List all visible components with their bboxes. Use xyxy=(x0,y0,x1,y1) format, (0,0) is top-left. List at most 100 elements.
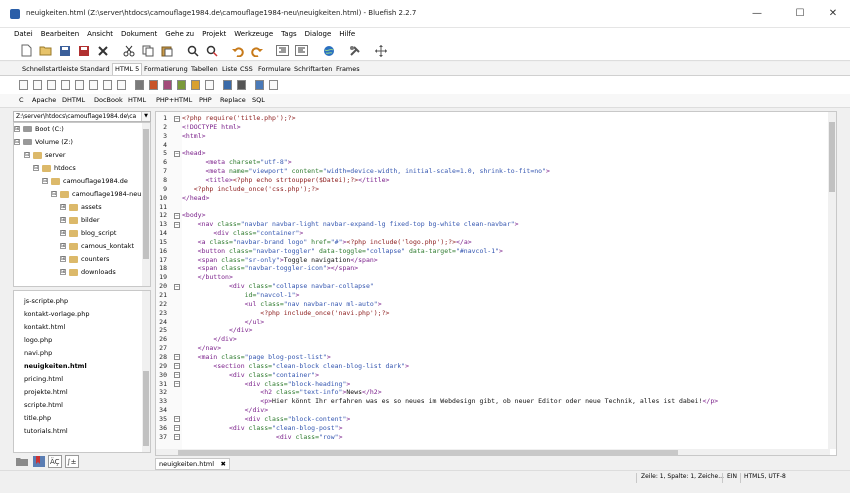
menu-item[interactable]: Tags xyxy=(277,28,301,41)
html-tag-icon[interactable] xyxy=(205,80,214,90)
fold-toggle-icon[interactable]: − xyxy=(174,212,180,219)
tree-node[interactable]: ⊟ Volume (Z:) xyxy=(14,136,73,149)
language-button[interactable]: DHTML xyxy=(62,96,85,104)
menu-item[interactable]: Hilfe xyxy=(335,28,359,41)
language-button[interactable]: PHP xyxy=(199,96,212,104)
chevron-down-icon[interactable]: ▼ xyxy=(141,112,150,121)
tree-node[interactable]: ⊞ counters xyxy=(60,253,109,266)
fold-toggle-icon[interactable]: − xyxy=(174,283,180,290)
editor-vertical-scrollbar[interactable] xyxy=(828,112,836,449)
menu-item[interactable]: Projekt xyxy=(198,28,230,41)
preferences-icon[interactable] xyxy=(347,43,362,58)
html-tag-icon[interactable] xyxy=(237,80,246,90)
tree-node[interactable]: ⊞ assets xyxy=(60,201,102,214)
tree-toggle-icon[interactable]: ⊟ xyxy=(24,152,30,158)
tree-node[interactable]: ⊞ camous_kontakt xyxy=(60,240,134,253)
html-tag-icon[interactable] xyxy=(223,80,232,90)
fold-toggle-icon[interactable]: − xyxy=(174,416,180,423)
snippets-icon[interactable]: ∫± xyxy=(65,455,79,470)
toolbar-tab[interactable]: Schriftarten xyxy=(292,64,334,74)
tree-toggle-icon[interactable]: ⊟ xyxy=(51,191,57,197)
tree-toggle-icon[interactable]: ⊟ xyxy=(33,165,39,171)
undo-icon[interactable] xyxy=(230,43,245,58)
tree-toggle-icon[interactable]: ⊞ xyxy=(60,204,66,210)
minimize-button[interactable]: — xyxy=(742,5,772,23)
tree-toggle-icon[interactable]: ⊞ xyxy=(60,243,66,249)
indent-icon[interactable] xyxy=(275,43,290,58)
fold-toggle-icon[interactable]: − xyxy=(174,150,180,157)
document-tab[interactable]: neuigkeiten.html ✖ xyxy=(155,458,230,470)
file-item[interactable]: pricing.html xyxy=(24,373,63,386)
language-button[interactable]: SQL xyxy=(252,96,265,104)
language-button[interactable]: Apache xyxy=(32,96,56,104)
fullscreen-icon[interactable] xyxy=(373,43,388,58)
close-window-button[interactable]: ✕ xyxy=(818,5,848,23)
tree-node[interactable]: ⊞ downloads xyxy=(60,266,116,279)
code-editor[interactable]: 1−2 3 4 5−6 7 8 9 10 11 12−13−14 15 16 17 18 19 20−21 22… xyxy=(155,111,837,456)
html-tag-icon[interactable] xyxy=(163,80,172,90)
file-item[interactable]: title.php xyxy=(24,412,51,425)
new-file-icon[interactable] xyxy=(19,43,34,58)
tree-node[interactable]: ⊟ server xyxy=(24,149,66,162)
toolbar-tab[interactable]: HTML 5 xyxy=(112,63,143,75)
menu-item[interactable]: Dokument xyxy=(117,28,161,41)
fold-toggle-icon[interactable]: − xyxy=(174,221,180,228)
file-list-scrollbar[interactable] xyxy=(142,291,150,452)
editor-horizontal-scrollbar-thumb[interactable] xyxy=(178,450,678,455)
redo-icon[interactable] xyxy=(249,43,264,58)
maximize-button[interactable]: ☐ xyxy=(785,5,815,23)
html-tag-icon[interactable] xyxy=(269,80,278,90)
sidebar-path-selector[interactable]: Z:\server\htdocs\camouflage1984.de\ca ▼ xyxy=(13,111,151,122)
language-button[interactable]: PHP+HTML xyxy=(156,96,192,104)
html-tag-icon[interactable] xyxy=(191,80,200,90)
tree-toggle-icon[interactable]: ⊟ xyxy=(42,178,48,184)
tree-node[interactable]: ⊞ blog_script xyxy=(60,227,116,240)
file-item[interactable]: projekte.html xyxy=(24,386,68,399)
fold-toggle-icon[interactable]: − xyxy=(174,381,180,387)
html-tag-icon[interactable] xyxy=(19,80,28,90)
charmap-icon[interactable]: ÄÇ xyxy=(48,455,62,470)
fold-toggle-icon[interactable]: − xyxy=(174,425,180,432)
tree-toggle-icon[interactable]: ⊞ xyxy=(60,217,66,223)
tree-node[interactable]: ⊞ bilder xyxy=(60,214,100,227)
open-file-icon[interactable] xyxy=(38,43,53,58)
file-item[interactable]: kontakt.html xyxy=(24,321,65,334)
menu-item[interactable]: Bearbeiten xyxy=(37,28,83,41)
tree-toggle-icon[interactable]: ⊞ xyxy=(60,269,66,275)
language-button[interactable]: HTML xyxy=(128,96,146,104)
file-item[interactable]: kontakt-vorlage.php xyxy=(24,308,90,321)
tree-toggle-icon[interactable]: ⊞ xyxy=(14,126,20,132)
tree-toggle-icon[interactable]: ⊞ xyxy=(60,256,66,262)
toolbar-tab[interactable]: Frames xyxy=(334,64,362,74)
menu-item[interactable]: Datei xyxy=(10,28,37,41)
menu-item[interactable]: Dialoge xyxy=(301,28,336,41)
language-button[interactable]: C xyxy=(19,96,24,104)
fold-toggle-icon[interactable]: − xyxy=(174,115,180,122)
file-item[interactable]: navi.php xyxy=(24,347,52,360)
tree-node[interactable]: ⊞ Boot (C:) xyxy=(14,123,64,136)
tree-node[interactable]: ⊟ htdocs xyxy=(33,162,76,175)
html-tag-icon[interactable] xyxy=(117,80,126,90)
fold-toggle-icon[interactable]: − xyxy=(174,363,180,370)
html-tag-icon[interactable] xyxy=(255,80,264,90)
file-item[interactable]: tutorials.html xyxy=(24,425,68,438)
close-file-icon[interactable] xyxy=(95,43,110,58)
toolbar-tab[interactable]: Tabellen xyxy=(189,64,220,74)
toolbar-tab[interactable]: Formulare xyxy=(256,64,293,74)
paste-icon[interactable] xyxy=(159,43,174,58)
toolbar-tab[interactable]: Schnellstartleiste xyxy=(20,64,80,74)
menu-item[interactable]: Gehe zu xyxy=(161,28,198,41)
preview-browser-icon[interactable] xyxy=(321,43,336,58)
html-tag-icon[interactable] xyxy=(61,80,70,90)
tree-node[interactable]: ⊟ camouflage1984-neu xyxy=(51,188,141,201)
tree-node[interactable]: ⊟ camouflage1984.de xyxy=(42,175,128,188)
find-icon[interactable] xyxy=(185,43,200,58)
editor-horizontal-scrollbar[interactable] xyxy=(156,449,830,455)
html-tag-icon[interactable] xyxy=(75,80,84,90)
html-tag-icon[interactable] xyxy=(149,80,158,90)
html-tag-icon[interactable] xyxy=(103,80,112,90)
html-tag-icon[interactable] xyxy=(33,80,42,90)
replace-icon[interactable] xyxy=(204,43,219,58)
menu-item[interactable]: Ansicht xyxy=(83,28,117,41)
toolbar-tab[interactable]: CSS xyxy=(238,64,255,74)
